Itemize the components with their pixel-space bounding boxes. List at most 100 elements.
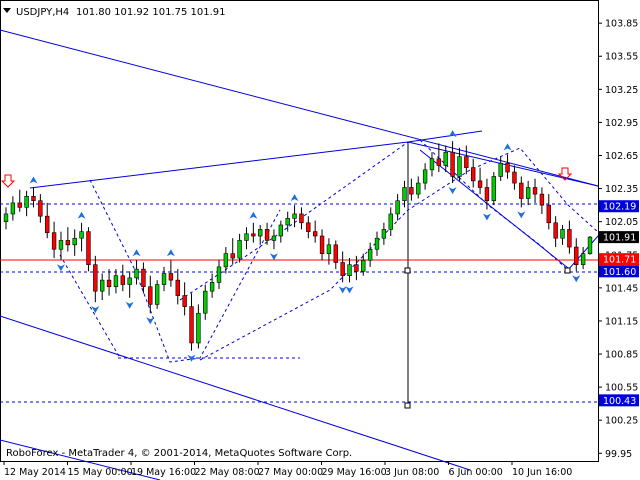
bull-candle	[72, 237, 77, 246]
x-tick-label: 19 May 16:00	[131, 467, 196, 478]
bear-candle	[539, 193, 545, 206]
bull-candle	[285, 218, 290, 226]
bear-candle	[93, 264, 98, 292]
bull-candle	[498, 162, 503, 177]
price-tags: 102.19 101.91 101.71101.60 100.43	[599, 200, 639, 407]
bull-candle	[209, 282, 215, 292]
y-tick-label: 102.05	[605, 217, 638, 228]
bear-candle	[17, 202, 22, 208]
bull-candle	[278, 224, 284, 237]
bull-candle	[347, 264, 352, 277]
bear-candle	[450, 151, 455, 177]
y-tick-label: 103.25	[605, 85, 638, 96]
x-tick-label: 15 May 00:00	[68, 467, 133, 478]
bull-candle	[525, 187, 531, 199]
bull-candle	[79, 231, 84, 239]
bear-candle	[409, 187, 414, 195]
bull-candle	[154, 284, 160, 305]
bear-candle	[477, 180, 483, 188]
bull-candle	[388, 213, 393, 230]
bull-candle	[367, 248, 373, 261]
time-axis: 12 May 2014 15 May 00:0019 May 16:0022 Ma…	[3, 461, 572, 478]
bear-candle	[264, 229, 270, 241]
plot-frame	[0, 0, 599, 462]
bull-candle	[402, 187, 407, 202]
projection-marker	[564, 267, 571, 274]
bear-candle	[512, 171, 517, 184]
bull-candle	[587, 236, 593, 254]
bull-candle	[3, 213, 9, 222]
bull-candle	[237, 240, 242, 259]
bear-candle	[505, 162, 510, 173]
bear-candle	[86, 231, 91, 265]
chart-header: USDJPY,H4 101.80 101.92 101.75 101.91	[3, 7, 226, 18]
bull-candle	[580, 253, 586, 265]
bull-candle	[457, 156, 462, 177]
y-tick-label: 103.55	[605, 52, 638, 63]
bear-candle	[553, 222, 558, 239]
bear-candle	[31, 196, 36, 202]
bear-candle	[464, 156, 469, 168]
bear-candle	[546, 204, 551, 224]
chart-window: 103.85 103.55 103.25 102.95 102.65 102.35 102.…	[0, 0, 640, 480]
x-tick-label: 12 May 2014	[4, 467, 66, 478]
y-tick-label: 102.65	[605, 151, 638, 162]
copyright-text: RoboForex - MetaTrader 4, © 2001-2014, M…	[6, 448, 352, 459]
x-tick-label: 3 Jun 08:00	[385, 467, 439, 478]
symbol-label: USDJPY,H4	[16, 7, 69, 18]
bull-candle	[258, 229, 263, 237]
bear-candle	[182, 295, 187, 307]
price-tag-label: 101.71	[603, 255, 636, 266]
bull-candle	[216, 266, 222, 283]
bull-candle	[560, 229, 565, 239]
x-tick-label: 10 Jun 16:00	[512, 467, 572, 478]
bear-candle	[436, 158, 442, 166]
bear-candle	[484, 187, 490, 202]
bull-candle	[429, 158, 435, 171]
price-chart: 103.85 103.55 103.25 102.95 102.65 102.35 102.…	[0, 0, 639, 480]
bull-candle	[127, 277, 132, 285]
price-tag-label: 100.43	[603, 396, 636, 407]
bear-candle	[532, 187, 538, 195]
bull-candle	[99, 279, 105, 292]
bull-candle	[326, 244, 332, 254]
y-tick-label: 103.85	[605, 19, 638, 30]
bull-candle	[422, 169, 428, 184]
price-tag-label: 102.19	[603, 202, 636, 213]
bear-candle	[471, 167, 476, 182]
bull-candle	[58, 240, 64, 250]
bull-candle	[381, 229, 387, 239]
bull-candle	[244, 233, 249, 241]
y-tick-label: 101.45	[605, 283, 638, 294]
bear-candle	[567, 229, 572, 248]
bull-candle	[491, 176, 497, 202]
bear-candle	[251, 233, 256, 237]
bear-candle	[319, 235, 325, 254]
bull-candle	[203, 290, 208, 314]
bear-candle	[175, 279, 180, 296]
bull-candle	[196, 312, 201, 344]
bull-candle	[134, 268, 139, 279]
price-tag-label: 101.91	[603, 233, 636, 244]
y-tick-label: 101.15	[605, 316, 638, 327]
bear-candle	[65, 240, 71, 246]
x-tick-label: 27 May 00:00	[258, 467, 323, 478]
y-tick-label: 100.55	[605, 383, 638, 394]
bull-candle	[24, 196, 29, 208]
x-tick-label: 6 Jun 00:00	[449, 467, 503, 478]
bear-candle	[340, 262, 345, 277]
bear-candle	[299, 213, 304, 224]
price-tag-label: 101.60	[603, 267, 636, 278]
bull-candle	[292, 213, 297, 219]
bull-candle	[443, 151, 448, 166]
bull-candle	[161, 273, 167, 285]
bear-candle	[312, 231, 318, 237]
bull-candle	[223, 253, 229, 268]
bear-candle	[106, 279, 112, 288]
bear-candle	[45, 215, 50, 234]
bull-candle	[416, 182, 421, 195]
y-tick-label: 100.85	[605, 350, 638, 361]
bull-candle	[361, 259, 366, 272]
bull-candle	[395, 200, 400, 215]
bear-candle	[168, 273, 174, 281]
